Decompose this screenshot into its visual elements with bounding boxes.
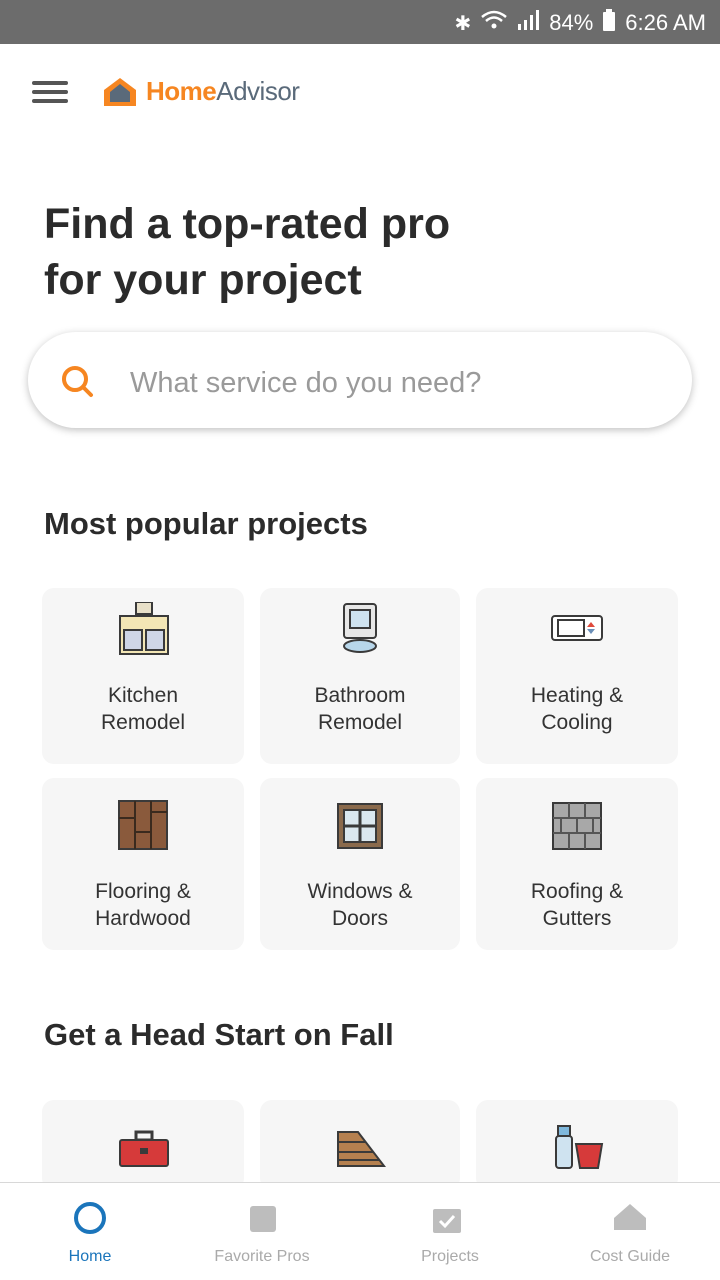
fall-card-2[interactable] <box>260 1100 460 1190</box>
tile-label-line2: Doors <box>331 907 389 930</box>
bluetooth-icon: ✱ <box>454 12 472 35</box>
nav-projects-label: Projects <box>421 1248 479 1265</box>
fall-section-title: Get a Head Start on Fall <box>44 1017 394 1052</box>
tile-label-line2: Remodel <box>317 711 403 734</box>
kitchen-icon <box>116 601 172 661</box>
tile-label-line1: Heating & <box>530 684 624 707</box>
menu-icon[interactable] <box>32 76 68 104</box>
nav-home[interactable]: Home <box>30 1196 150 1276</box>
house-logo-icon <box>100 76 140 108</box>
clock: 6:26 AM <box>625 10 706 35</box>
tile-roofing-gutters[interactable]: Roofing & Gutters <box>476 778 678 950</box>
nav-home-label: Home <box>68 1248 112 1265</box>
cleaning-supplies-icon <box>552 1124 604 1175</box>
logo-advisor-text: Advisor <box>216 76 300 106</box>
tile-windows-doors[interactable]: Windows & Doors <box>260 778 460 950</box>
battery-icon <box>603 9 616 37</box>
nav-favorite-pros[interactable]: Favorite Pros <box>202 1196 322 1276</box>
window-icon <box>336 802 384 855</box>
nav-favorite-pros-label: Favorite Pros <box>214 1248 310 1265</box>
logo-home-text: Home <box>146 76 217 106</box>
deck-stain-icon <box>336 1128 387 1173</box>
battery-percent: 84% <box>549 10 594 35</box>
search-icon[interactable] <box>60 364 94 398</box>
home-advisor-logo[interactable]: HomeAdvisor <box>146 76 300 107</box>
nav-cost-guide[interactable]: Cost Guide <box>570 1196 690 1276</box>
bathroom-icon <box>340 602 380 659</box>
status-bar: ✱ 84% 6:26 AM <box>0 0 720 44</box>
fall-card-1[interactable] <box>42 1100 244 1190</box>
signal-icon <box>517 10 540 36</box>
tile-flooring-hardwood[interactable]: Flooring & Hardwood <box>42 778 244 950</box>
home-icon <box>72 1200 108 1241</box>
wifi-icon <box>481 10 508 36</box>
projects-icon <box>432 1208 462 1239</box>
tile-label-line2: Gutters <box>542 907 612 930</box>
tile-label-line1: Kitchen <box>107 684 179 707</box>
flooring-icon <box>118 800 168 855</box>
nav-projects[interactable]: Projects <box>390 1196 510 1276</box>
bottom-nav-divider <box>0 1182 720 1183</box>
tile-label-line2: Cooling <box>541 711 613 734</box>
roofing-icon <box>552 802 602 855</box>
popular-section-title: Most popular projects <box>44 506 368 541</box>
tile-label-line1: Roofing & <box>530 880 624 903</box>
favorite-icon <box>248 1204 278 1239</box>
tile-kitchen-remodel[interactable]: Kitchen Remodel <box>42 588 244 764</box>
search-input[interactable] <box>128 362 562 404</box>
toolbox-icon <box>118 1130 170 1173</box>
hero-title-line1: Find a top-rated pro <box>44 200 451 248</box>
nav-cost-guide-label: Cost Guide <box>589 1248 671 1265</box>
tile-label-line1: Flooring & <box>95 880 191 903</box>
thermostat-icon <box>550 612 604 649</box>
hero-title: Find a top-rated pro for your project <box>44 196 544 308</box>
tile-bathroom-remodel[interactable]: Bathroom Remodel <box>260 588 460 764</box>
fall-card-3[interactable] <box>476 1100 678 1190</box>
tile-label-line1: Bathroom <box>314 684 406 707</box>
cost-guide-icon <box>612 1202 648 1237</box>
tile-label-line2: Hardwood <box>95 907 191 930</box>
tile-label-line2: Remodel <box>100 711 186 734</box>
tile-heating-cooling[interactable]: Heating & Cooling <box>476 588 678 764</box>
tile-label-line1: Windows & <box>307 880 413 903</box>
hero-title-line2: for your project <box>44 256 362 304</box>
